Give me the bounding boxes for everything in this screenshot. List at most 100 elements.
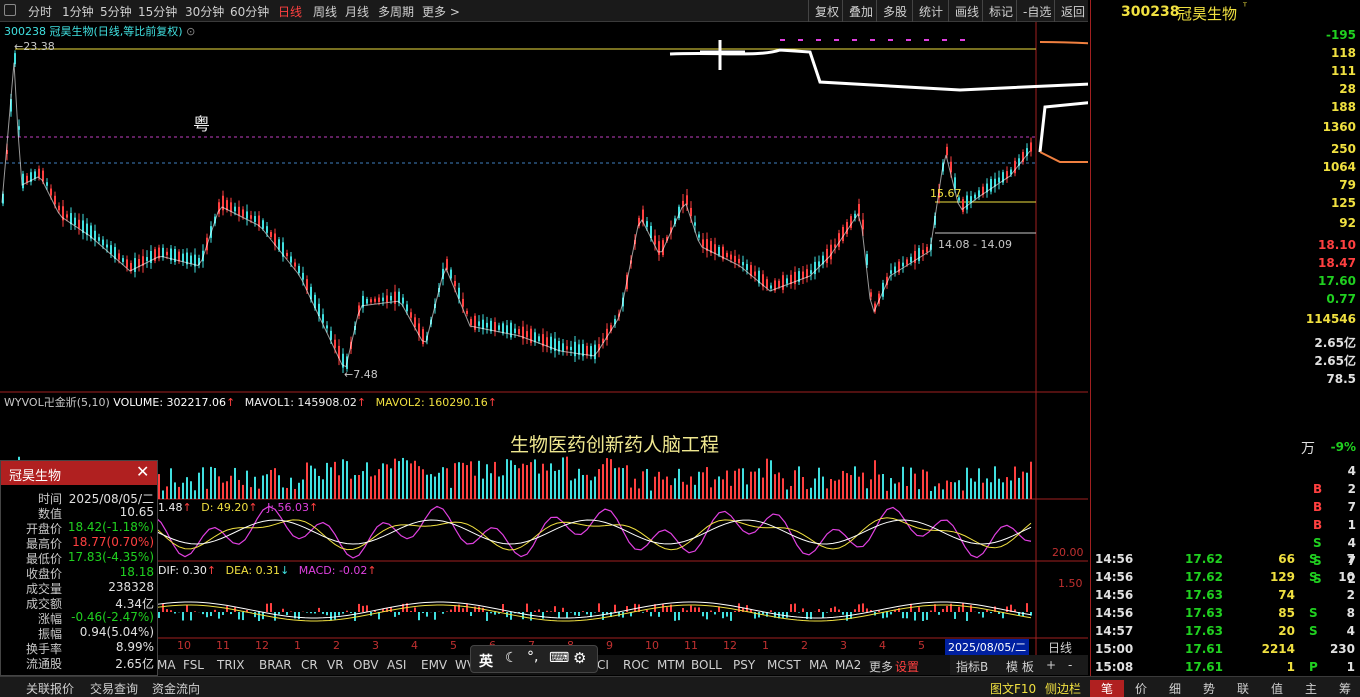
toolbar-button-0[interactable]: 复权 bbox=[808, 0, 845, 22]
kline-chart[interactable] bbox=[0, 22, 1088, 655]
period-tab-2[interactable]: 5分钟 bbox=[100, 3, 132, 20]
bottom-link-0[interactable]: 关联报价 bbox=[26, 680, 74, 697]
macd-bar bbox=[158, 612, 160, 618]
indicator-tab-8[interactable]: EMV bbox=[421, 658, 447, 672]
indicator-tab-19[interactable]: 设置 bbox=[895, 658, 919, 675]
volume-bar bbox=[438, 472, 440, 499]
punctuation-icon[interactable]: °, bbox=[527, 649, 538, 665]
panel-toggle-icon[interactable] bbox=[4, 4, 16, 16]
period-tab-8[interactable]: 月线 bbox=[345, 3, 369, 20]
toolbar-button-6[interactable]: -自选 bbox=[1016, 0, 1057, 22]
macd-bar bbox=[646, 610, 648, 612]
volume-bar bbox=[618, 467, 620, 499]
candle-body bbox=[594, 344, 596, 360]
toolbar-button-2[interactable]: 多股 bbox=[876, 0, 913, 22]
gear-icon[interactable]: ⚙ bbox=[573, 649, 586, 667]
indicator-tab-5[interactable]: VR bbox=[327, 658, 344, 672]
bottom-tab-1[interactable]: 价 bbox=[1124, 680, 1158, 697]
period-tab-0[interactable]: 分时 bbox=[28, 3, 52, 20]
toolbar-button-7[interactable]: 返回 bbox=[1054, 0, 1091, 22]
macd-bar bbox=[186, 604, 188, 612]
macd-bar bbox=[350, 612, 352, 613]
info-value: 8.99% bbox=[115, 640, 154, 654]
tick-time: 14:56 bbox=[1095, 588, 1134, 602]
candle-body bbox=[694, 222, 696, 226]
period-tab-1[interactable]: 1分钟 bbox=[62, 3, 94, 20]
candle-body bbox=[190, 255, 192, 264]
bottom-tab-0[interactable]: 笔 bbox=[1090, 680, 1124, 697]
macd-bar bbox=[726, 612, 728, 617]
period-tab-5[interactable]: 60分钟 bbox=[230, 3, 269, 20]
volume-bar bbox=[166, 486, 168, 499]
indicator-tool-1[interactable]: 模 板 bbox=[1006, 658, 1034, 675]
period-tab-7[interactable]: 周线 bbox=[313, 3, 337, 20]
tick-time: 14:57 bbox=[1095, 624, 1134, 638]
bottom-link-2[interactable]: 资金流向 bbox=[152, 680, 200, 697]
toolbar-button-4[interactable]: 画线 bbox=[948, 0, 985, 22]
toolbar-button-5[interactable]: 标记 bbox=[982, 0, 1019, 22]
period-tab-10[interactable]: 更多 > bbox=[422, 3, 460, 20]
volume-bar bbox=[550, 463, 552, 499]
indicator-tool-3[interactable]: - bbox=[1068, 658, 1072, 672]
indicator-tab-13[interactable]: BOLL bbox=[691, 658, 722, 672]
moon-icon[interactable]: ☾ bbox=[505, 650, 518, 666]
indicator-tab-1[interactable]: FSL bbox=[183, 658, 204, 672]
indicator-tab-3[interactable]: BRAR bbox=[259, 658, 292, 672]
bottom-link-f10[interactable]: 图文F10 bbox=[990, 680, 1036, 697]
indicator-tab-10[interactable]: CI bbox=[597, 658, 609, 672]
volume-bar bbox=[670, 485, 672, 499]
indicator-tab-2[interactable]: TRIX bbox=[217, 658, 244, 672]
indicator-tool-0[interactable]: 指标B bbox=[956, 658, 988, 675]
period-label[interactable]: 日线 bbox=[1048, 639, 1072, 656]
bottom-tab-4[interactable]: 联 bbox=[1226, 680, 1260, 697]
indicator-tab-11[interactable]: ROC bbox=[623, 658, 649, 672]
bottom-tab-7[interactable]: 筹 bbox=[1328, 680, 1360, 697]
pin-icon[interactable]: ᵀ bbox=[1243, 2, 1247, 13]
bottom-tab-6[interactable]: 主 bbox=[1294, 680, 1328, 697]
volume-bar bbox=[838, 479, 840, 499]
bottom-link-1[interactable]: 交易查询 bbox=[90, 680, 138, 697]
drawing-dot bbox=[870, 39, 875, 41]
indicator-tool-2[interactable]: + bbox=[1046, 658, 1056, 672]
toolbar-button-3[interactable]: 统计 bbox=[912, 0, 949, 22]
indicator-tab-17[interactable]: MA2 bbox=[835, 658, 861, 672]
volume-bar bbox=[422, 469, 424, 499]
indicator-tab-4[interactable]: CR bbox=[301, 658, 318, 672]
tick-price: 17.62 bbox=[1185, 552, 1223, 566]
period-tab-4[interactable]: 30分钟 bbox=[185, 3, 224, 20]
info-row-2: 开盘价 18.42(-1.18%) bbox=[1, 520, 157, 536]
ime-toolbar[interactable]: 英 ☾ °, ⌨ ⚙ bbox=[470, 645, 598, 673]
indicator-tab-14[interactable]: PSY bbox=[733, 658, 755, 672]
bottom-tab-5[interactable]: 值 bbox=[1260, 680, 1294, 697]
toolbar-button-1[interactable]: 叠加 bbox=[842, 0, 879, 22]
period-tab-3[interactable]: 15分钟 bbox=[138, 3, 177, 20]
macd-bar bbox=[394, 612, 396, 617]
macd-bar bbox=[286, 612, 288, 616]
macd-bar bbox=[662, 604, 664, 612]
period-tab-9[interactable]: 多周期 bbox=[378, 3, 414, 20]
volume-bar bbox=[706, 467, 708, 499]
date-tick: 12 bbox=[723, 639, 737, 652]
info-row-1: 数值 10.65 bbox=[1, 505, 157, 521]
tick-volume: 66 bbox=[1278, 552, 1295, 566]
bottom-tab-2[interactable]: 细 bbox=[1158, 680, 1192, 697]
indicator-tab-0[interactable]: MA bbox=[157, 658, 176, 672]
indicator-tab-6[interactable]: OBV bbox=[353, 658, 379, 672]
indicator-tab-18[interactable]: 更多 bbox=[869, 658, 893, 675]
settings-icon[interactable]: ⊙ bbox=[186, 25, 195, 38]
volume-bar bbox=[750, 471, 752, 499]
period-tab-6[interactable]: 日线 bbox=[278, 3, 302, 20]
date-tick: 4 bbox=[411, 639, 418, 652]
close-icon[interactable]: ✕ bbox=[136, 462, 149, 481]
keyboard-icon[interactable]: ⌨ bbox=[549, 650, 569, 666]
tick-count: 7 bbox=[1346, 552, 1355, 566]
bottom-tab-3[interactable]: 势 bbox=[1192, 680, 1226, 697]
indicator-tab-15[interactable]: MCST bbox=[767, 658, 801, 672]
indicator-tab-16[interactable]: MA bbox=[809, 658, 828, 672]
bottom-link-sidebar[interactable]: 侧边栏 bbox=[1045, 680, 1081, 697]
ime-lang[interactable]: 英 bbox=[479, 651, 493, 671]
indicator-tab-7[interactable]: ASI bbox=[387, 658, 406, 672]
indicator-tools: 指标B 模 板 + - bbox=[950, 655, 1088, 675]
volume-bar bbox=[410, 463, 412, 499]
indicator-tab-12[interactable]: MTM bbox=[657, 658, 685, 672]
